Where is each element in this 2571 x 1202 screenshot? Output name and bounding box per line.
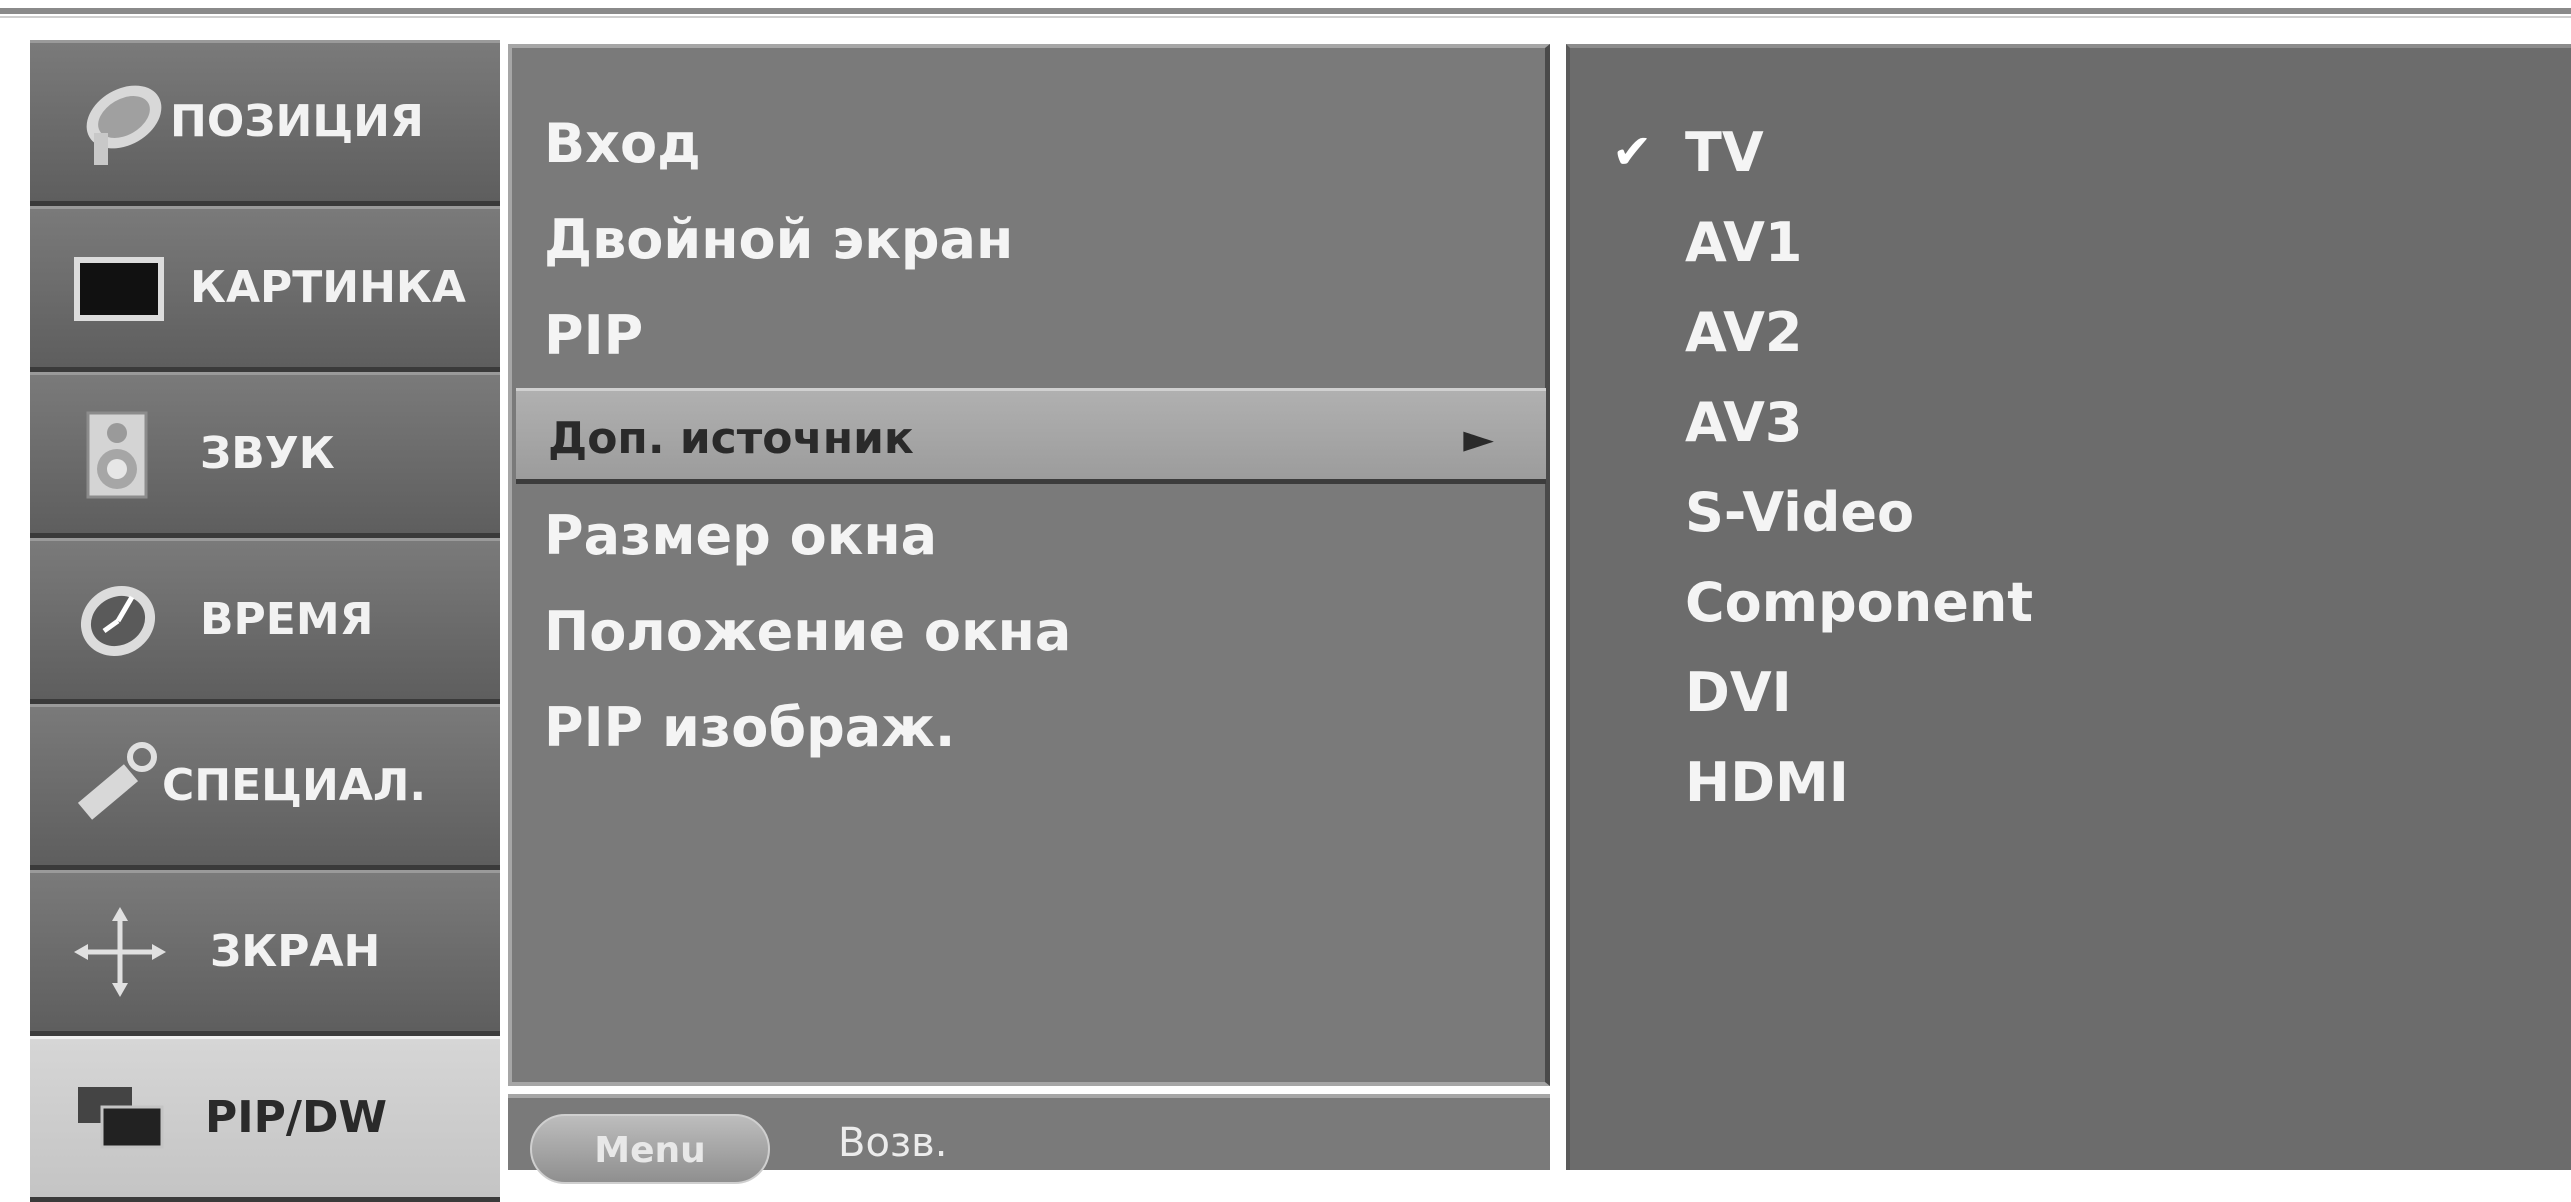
tab-time[interactable]: ВРЕМЯ bbox=[30, 538, 500, 704]
satellite-dish-icon bbox=[86, 85, 162, 165]
tab-sound[interactable]: ЗВУК bbox=[30, 372, 500, 538]
tab-label: СПЕЦИАЛ. bbox=[162, 760, 427, 811]
tab-label: ЗВУК bbox=[200, 428, 335, 479]
submenu-arrow-icon: ► bbox=[1463, 416, 1494, 462]
menu-item-label: PIP bbox=[544, 304, 644, 367]
pip-menu-panel: Вход Двойной экран PIP Доп. источник ► Р… bbox=[508, 44, 1550, 1086]
menu-item-label: Двойной экран bbox=[544, 208, 1014, 271]
source-option-component[interactable]: Component bbox=[1685, 558, 2033, 648]
source-option-av1[interactable]: AV1 bbox=[1685, 198, 1803, 288]
back-label: Возв. bbox=[838, 1120, 948, 1166]
tab-label: ЗКРАН bbox=[210, 926, 381, 977]
speaker-icon bbox=[86, 411, 148, 499]
source-option-hdmi[interactable]: HDMI bbox=[1685, 738, 1849, 828]
pip-windows-icon bbox=[78, 1087, 164, 1149]
menu-item-label: Доп. источник bbox=[548, 413, 914, 464]
move-arrows-icon bbox=[74, 907, 166, 997]
menu-bottom-bar: Menu Возв. bbox=[508, 1094, 1550, 1184]
source-option-tv[interactable]: TV bbox=[1685, 108, 1764, 198]
source-submenu-panel: ✔ TV AV1 AV2 AV3 S-Video Component DVI H… bbox=[1566, 44, 2571, 1170]
menu-item-window-position[interactable]: Положение окна bbox=[512, 584, 1546, 680]
tab-label: КАРТИНКА bbox=[190, 262, 466, 313]
tab-label: PIP/DW bbox=[205, 1092, 387, 1143]
top-border-line-inner bbox=[0, 16, 2571, 18]
screen-icon bbox=[74, 257, 164, 321]
menu-item-label: Вход bbox=[544, 112, 701, 175]
source-option-av3[interactable]: AV3 bbox=[1685, 378, 1803, 468]
menu-button[interactable]: Menu bbox=[530, 1114, 770, 1184]
menu-item-label: Положение окна bbox=[544, 600, 1072, 663]
tab-pip-dw[interactable]: PIP/DW bbox=[30, 1036, 500, 1202]
menu-item-label: PIP изображ. bbox=[544, 696, 956, 759]
menu-item-input[interactable]: Вход bbox=[512, 96, 1546, 192]
source-option-dvi[interactable]: DVI bbox=[1685, 648, 1792, 738]
tab-position[interactable]: ПОЗИЦИЯ bbox=[30, 40, 500, 206]
menu-item-dual-screen[interactable]: Двойной экран bbox=[512, 192, 1546, 288]
tab-picture[interactable]: КАРТИНКА bbox=[30, 206, 500, 372]
top-border-line bbox=[0, 8, 2571, 14]
menu-item-extra-source[interactable]: Доп. источник ► bbox=[516, 388, 1546, 484]
source-option-av2[interactable]: AV2 bbox=[1685, 288, 1803, 378]
menu-item-window-size[interactable]: Размер окна bbox=[512, 488, 1546, 584]
tab-screen[interactable]: ЗКРАН bbox=[30, 870, 500, 1036]
tab-label: ПОЗИЦИЯ bbox=[170, 96, 424, 147]
check-icon: ✔ bbox=[1612, 124, 1653, 180]
menu-item-pip-image[interactable]: PIP изображ. bbox=[512, 680, 1546, 776]
menu-item-pip[interactable]: PIP bbox=[512, 288, 1546, 384]
key-icon bbox=[77, 742, 157, 820]
tab-special[interactable]: СПЕЦИАЛ. bbox=[30, 704, 500, 870]
clock-icon bbox=[80, 585, 156, 657]
category-tabs: ПОЗИЦИЯ КАРТИНКА ЗВУК ВРЕМЯ СПЕЦИАЛ. ЗКР… bbox=[30, 40, 500, 1202]
tab-label: ВРЕМЯ bbox=[200, 594, 374, 645]
menu-item-label: Размер окна bbox=[544, 504, 938, 567]
source-option-s-video[interactable]: S-Video bbox=[1685, 468, 1914, 558]
